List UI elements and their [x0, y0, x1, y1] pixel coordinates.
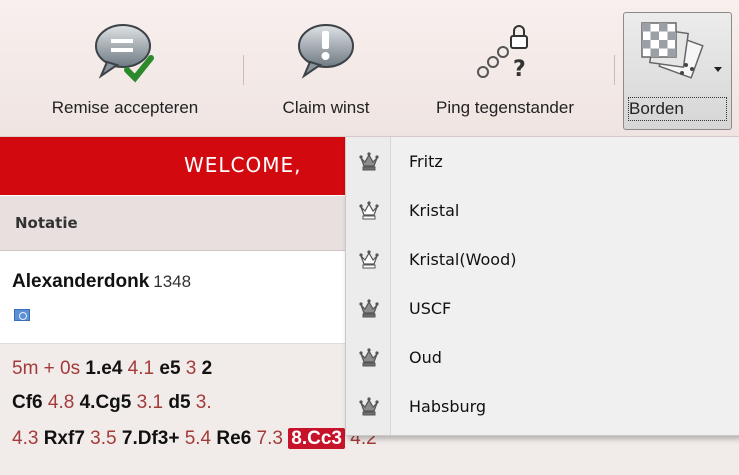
- welcome-text: WELCOME,: [184, 153, 302, 177]
- ping-opponent-label: Ping tegenstander: [436, 98, 574, 117]
- queen-icon: [359, 348, 379, 367]
- move-line: 4.3 Rxf7 3.5 7.Df3+ 5.4 Re6 7.3 8.Cc3 4.…: [12, 428, 377, 450]
- move-time: 3.5: [84, 428, 122, 449]
- move-time: 4.3: [12, 428, 44, 449]
- move-time: 5m + 0s: [12, 358, 86, 379]
- queen-outline-icon: [359, 250, 379, 269]
- move-time: 3.1: [131, 392, 169, 413]
- claim-win-icon: [298, 24, 354, 79]
- claim-win-button[interactable]: Claim winst: [256, 0, 396, 136]
- boards-button[interactable]: Borden: [623, 12, 732, 130]
- move[interactable]: e5: [159, 358, 180, 379]
- chevron-down-icon: [714, 67, 722, 72]
- accept-draw-button[interactable]: Remise accepteren: [22, 0, 228, 136]
- board-menu-item-label: Kristal(Wood): [409, 250, 517, 269]
- move-time: 4.8: [42, 392, 80, 413]
- ping-opponent-icon: ?: [477, 25, 528, 82]
- move[interactable]: 4.Cg5: [80, 392, 132, 413]
- player-panel: Alexanderdonk 1348: [0, 251, 345, 344]
- board-menu-item-label: Habsburg: [409, 397, 487, 416]
- board-menu-item-label: USCF: [409, 299, 452, 318]
- svg-text:?: ?: [513, 57, 526, 82]
- move[interactable]: d5: [168, 392, 190, 413]
- welcome-banner: WELCOME,: [0, 137, 345, 195]
- current-move[interactable]: 8.Cc3: [288, 428, 345, 449]
- move[interactable]: 7.Df3+: [122, 428, 180, 449]
- board-menu-item[interactable]: Kristal(Wood): [346, 237, 739, 285]
- board-menu-item-label: Kristal: [409, 201, 460, 220]
- accept-draw-icon: [95, 24, 154, 83]
- queen-outline-icon: [359, 201, 379, 220]
- board-menu-item-label: Fritz: [409, 152, 443, 171]
- move[interactable]: 2: [202, 358, 213, 379]
- boards-icon: [641, 22, 704, 79]
- queen-icon: [359, 152, 379, 171]
- move-line: Cf6 4.8 4.Cg5 3.1 d5 3.: [12, 392, 212, 414]
- move[interactable]: Re6: [216, 428, 251, 449]
- notation-header[interactable]: Notatie: [0, 196, 345, 251]
- move-time: 3.: [190, 392, 212, 413]
- board-menu-item[interactable]: Kristal: [346, 188, 739, 236]
- board-menu-item[interactable]: Oud: [346, 335, 739, 383]
- move[interactable]: Rxf7: [44, 428, 85, 449]
- player-name[interactable]: Alexanderdonk: [12, 271, 149, 292]
- notation-header-label: Notatie: [15, 214, 78, 232]
- board-menu-item-label: Oud: [409, 348, 442, 367]
- board-menu-item[interactable]: USCF: [346, 286, 739, 334]
- ping-opponent-button[interactable]: ? Ping tegenstander: [410, 0, 600, 136]
- toolbar: Remise accepteren Claim winst ? Ping teg…: [0, 0, 739, 137]
- player-name-row: Alexanderdonk 1348: [12, 271, 191, 293]
- move-time: 7.3: [251, 428, 289, 449]
- queen-icon: [359, 397, 379, 416]
- move-time: 3: [180, 358, 202, 379]
- boards-dropdown-menu: Fritz Kristal Kristal(Wood) USCF Oud Habsburg: [345, 137, 739, 436]
- toolbar-separator: [614, 55, 615, 85]
- move-line: 5m + 0s 1.e4 4.1 e5 3 2: [12, 358, 212, 380]
- move-time: 5.4: [179, 428, 217, 449]
- flag-icon: [14, 309, 30, 321]
- queen-icon: [359, 299, 379, 318]
- toolbar-separator: [243, 55, 244, 85]
- accept-draw-label: Remise accepteren: [51, 98, 199, 117]
- move-time: 4.1: [122, 358, 160, 379]
- claim-win-label: Claim winst: [282, 98, 370, 117]
- board-menu-item[interactable]: Habsburg: [346, 384, 739, 432]
- player-rating: 1348: [153, 272, 192, 291]
- move[interactable]: Cf6: [12, 392, 43, 413]
- board-menu-item[interactable]: Fritz: [346, 139, 739, 187]
- move[interactable]: 1.e4: [85, 358, 122, 379]
- boards-label: Borden: [628, 97, 727, 121]
